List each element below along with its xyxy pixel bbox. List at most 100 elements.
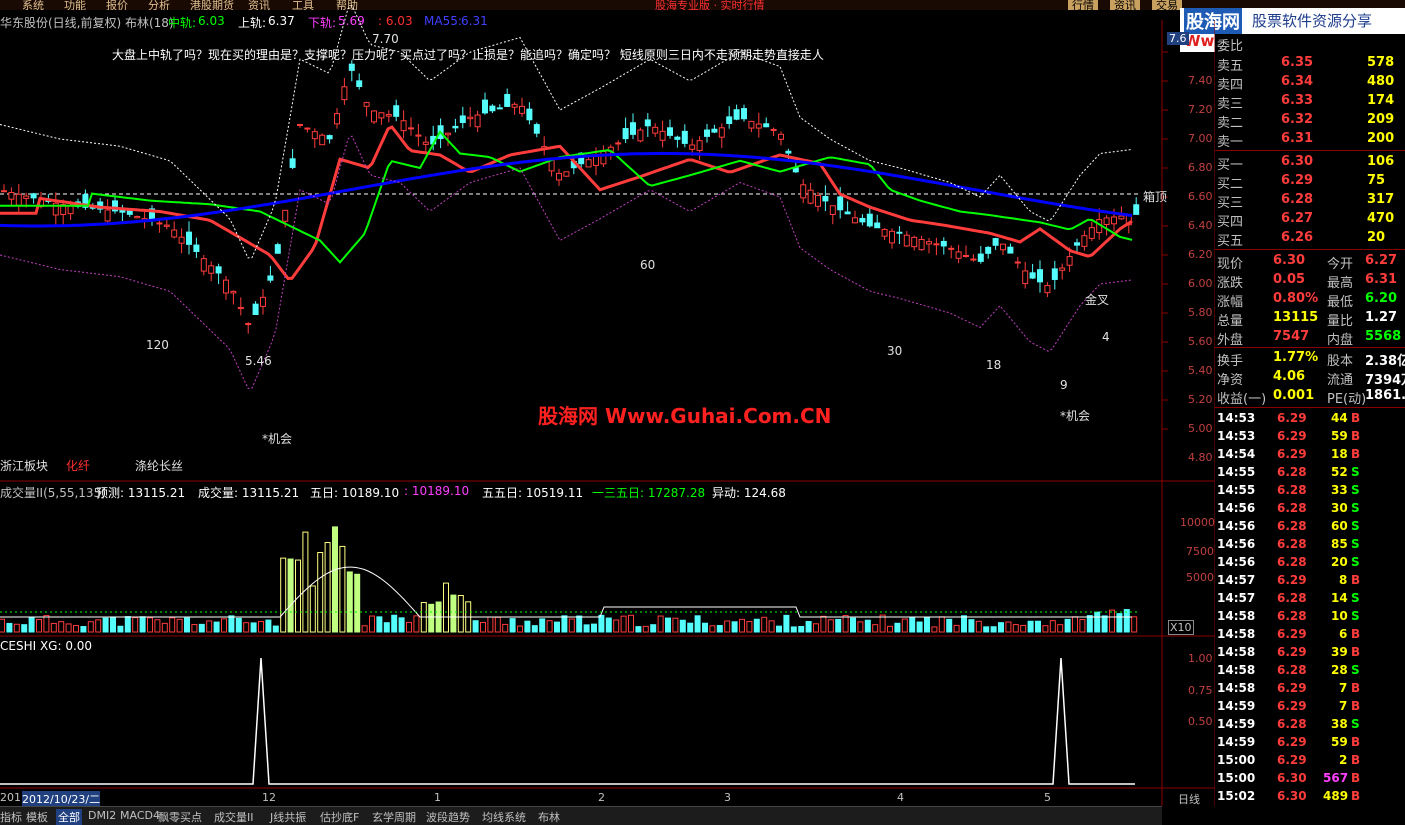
- tick-price: 6.29: [1277, 681, 1307, 695]
- candle-body: [1051, 268, 1058, 280]
- tick-volume: 7: [1339, 681, 1348, 695]
- tick-price: 6.30: [1277, 771, 1307, 785]
- volume-bar: [1079, 618, 1086, 633]
- buy-volume: 20: [1367, 230, 1386, 245]
- volume-bar: [657, 615, 664, 633]
- tick-time: 14:55: [1217, 483, 1256, 497]
- tick-price: 6.28: [1277, 717, 1307, 731]
- candle-body: [334, 113, 340, 125]
- tab-buypoint[interactable]: 飘零买点: [158, 809, 202, 825]
- tick-time: 14:53: [1217, 429, 1256, 443]
- sell-price: 6.33: [1281, 93, 1314, 108]
- tab-dmi2[interactable]: DMI2: [88, 809, 116, 822]
- volume-bar: [561, 615, 568, 633]
- tick-price: 6.29: [1277, 573, 1307, 587]
- tick-time: 14:56: [1217, 555, 1256, 569]
- sell-volume: 578: [1367, 55, 1395, 70]
- tab-bottom[interactable]: 估抄底F: [320, 809, 359, 825]
- volume-bar: [487, 616, 494, 633]
- volume-bar: [287, 558, 294, 633]
- tick-direction: S: [1351, 609, 1360, 623]
- volume-bar: [228, 615, 235, 633]
- sell-level-row[interactable]: 卖一 6.31 200: [1215, 130, 1405, 150]
- tick-volume: 7: [1339, 699, 1348, 713]
- volume-bar: [650, 624, 657, 633]
- candle-body: [297, 124, 303, 126]
- tick-price: 6.28: [1277, 555, 1307, 569]
- sell-price: 6.34: [1281, 74, 1314, 89]
- candle-body: [726, 116, 733, 125]
- volume-bar: [176, 618, 183, 633]
- candle-body: [889, 230, 895, 244]
- volume-bar: [169, 617, 176, 633]
- buy-level-label: 买五: [1217, 234, 1244, 249]
- tab-ma[interactable]: 均线系统: [482, 809, 526, 825]
- volume-bar: [265, 619, 272, 633]
- candle-body: [1037, 269, 1043, 283]
- tab-indicator[interactable]: 指标: [0, 809, 22, 825]
- count-label: 120: [146, 338, 169, 352]
- sell-level-row[interactable]: 卖四 6.34 480: [1215, 73, 1405, 93]
- tick-price: 6.29: [1277, 411, 1307, 425]
- candle-body: [504, 93, 511, 107]
- candle-body: [1118, 215, 1125, 220]
- volume-bar: [102, 617, 109, 633]
- tick-direction: S: [1351, 555, 1360, 569]
- candle-body: [778, 133, 784, 140]
- volume-tick: 5000: [1186, 571, 1214, 584]
- chance-label: *机会: [262, 432, 293, 446]
- volume-bar: [887, 625, 893, 633]
- tab-cycle[interactable]: 玄学周期: [372, 809, 416, 825]
- volume-bar: [132, 617, 139, 633]
- candle-body: [837, 196, 844, 211]
- stat-row: 换手 1.77% 股本 2.38亿: [1215, 349, 1405, 369]
- tab-wave[interactable]: 波段趋势: [426, 809, 470, 825]
- tick-row: 14:56 6.28 20 S: [1215, 554, 1405, 572]
- volume-bar: [43, 615, 50, 633]
- candle-body: [615, 142, 622, 145]
- tick-price: 6.28: [1277, 537, 1307, 551]
- candle-body: [282, 209, 289, 222]
- volume-bar: [813, 623, 819, 633]
- candle-body: [985, 246, 992, 254]
- buy-level-row[interactable]: 买三 6.28 317: [1215, 191, 1405, 211]
- buy-level-row[interactable]: 买一 6.30 106: [1215, 153, 1405, 173]
- candle-body: [600, 151, 607, 165]
- volume-bar: [857, 621, 864, 633]
- tab-jline[interactable]: J线共振: [270, 809, 306, 825]
- volume-bar: [383, 622, 390, 633]
- tick-volume: 28: [1331, 663, 1348, 677]
- tick-direction: S: [1351, 537, 1360, 551]
- stat-value: 5568: [1365, 329, 1402, 344]
- stat-value: 0.80%: [1273, 291, 1319, 306]
- tick-direction: B: [1351, 447, 1361, 461]
- volume-bar: [687, 622, 694, 633]
- stat-label: 收益(一): [1217, 392, 1267, 407]
- tab-boll[interactable]: 布林: [538, 809, 560, 825]
- candle-body: [356, 80, 363, 88]
- sector-label: 涤纶长丝: [135, 459, 184, 473]
- buy-level-row[interactable]: 买五 6.26 20: [1215, 229, 1405, 249]
- candle-body: [741, 108, 747, 120]
- buy-volume: 106: [1367, 154, 1395, 169]
- period-label[interactable]: 日线: [1178, 791, 1200, 807]
- volume-bar: [191, 624, 198, 633]
- candle-body: [563, 171, 570, 177]
- tick-direction: B: [1351, 681, 1361, 695]
- sell-level-row[interactable]: 卖五 6.35 578: [1215, 54, 1405, 74]
- stat-label: 量比: [1327, 314, 1354, 329]
- volume-bar: [324, 542, 331, 633]
- sell-level-row[interactable]: 卖二 6.32 209: [1215, 111, 1405, 131]
- volume-bar: [776, 625, 782, 633]
- sell-level-row[interactable]: 卖三 6.33 174: [1215, 92, 1405, 112]
- candle-body: [815, 195, 821, 207]
- volume-bar: [975, 620, 982, 633]
- stat-label: 内盘: [1327, 333, 1354, 348]
- candle-body: [385, 114, 392, 117]
- tab-volume[interactable]: 成交量II: [214, 809, 254, 825]
- buy-level-row[interactable]: 买二 6.29 75: [1215, 172, 1405, 192]
- tab-template[interactable]: 模板: [26, 809, 48, 825]
- tab-macd4[interactable]: MACD4: [120, 809, 160, 822]
- tab-all[interactable]: 全部: [56, 809, 82, 825]
- buy-level-row[interactable]: 买四 6.27 470: [1215, 210, 1405, 230]
